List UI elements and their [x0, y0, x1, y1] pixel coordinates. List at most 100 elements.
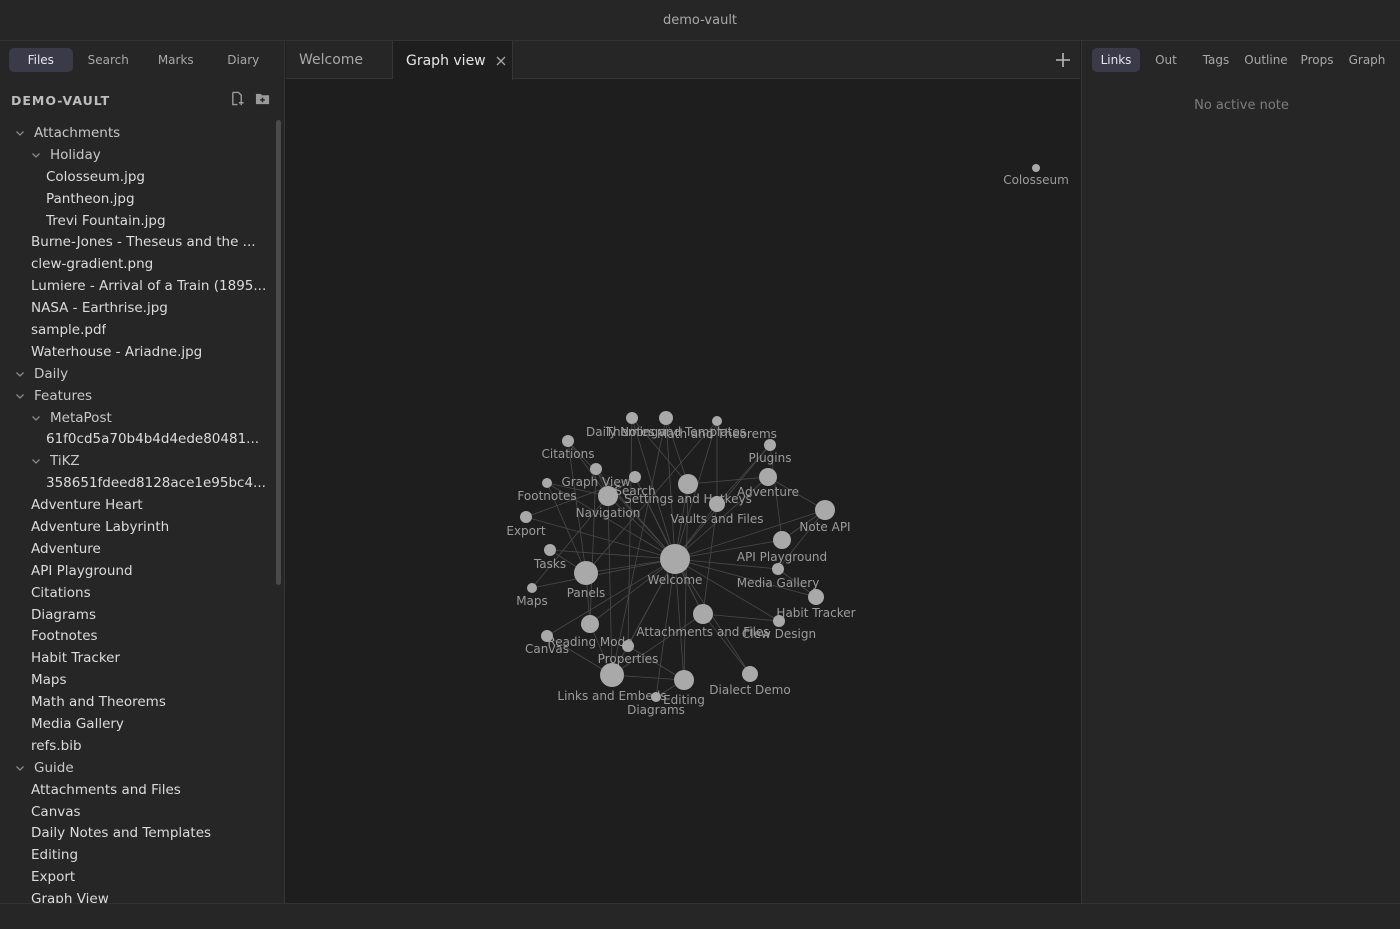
graph-node-dot[interactable] [772, 563, 784, 575]
tree-file[interactable]: Editing [0, 844, 284, 866]
new-note-icon[interactable] [230, 91, 245, 110]
tree-file[interactable]: Citations [0, 582, 284, 604]
tree-file[interactable]: Trevi Fountain.jpg [0, 210, 284, 232]
graph-node-habit[interactable]: Habit Tracker [776, 589, 856, 620]
graph-node-dot[interactable] [759, 468, 777, 486]
graph-node-dot[interactable] [651, 692, 661, 702]
tree-file[interactable]: Export [0, 866, 284, 888]
tab-tags[interactable]: Tags [1192, 48, 1240, 72]
new-folder-icon[interactable] [255, 91, 270, 110]
graph-node-export[interactable]: Export [506, 511, 546, 538]
tree-folder[interactable]: Guide [0, 757, 284, 779]
graph-node-dot[interactable] [541, 630, 553, 642]
file-tree-scrollbar[interactable] [276, 120, 281, 585]
tab-graph[interactable]: Graph [1342, 48, 1392, 72]
graph-node-links[interactable]: Links and Embeds [557, 663, 667, 703]
chevron-down-icon[interactable] [30, 149, 42, 161]
tree-file[interactable]: 61f0cd5a70b4b4d4ede80481... [0, 428, 284, 450]
tree-file[interactable]: Adventure Heart [0, 494, 284, 516]
tree-file[interactable]: Attachments and Files [0, 779, 284, 801]
graph-node-plugins[interactable]: Plugins [749, 439, 792, 465]
tree-file[interactable]: Canvas [0, 801, 284, 823]
graph-node-dot[interactable] [590, 463, 602, 475]
graph-node-dot[interactable] [815, 500, 835, 520]
tree-file[interactable]: Adventure Labyrinth [0, 516, 284, 538]
graph-node-dot[interactable] [712, 416, 722, 426]
graph-node-dot[interactable] [660, 544, 690, 574]
tab-search[interactable]: Search [77, 48, 141, 72]
graph-node-dot[interactable] [674, 670, 694, 690]
graph-node-dot[interactable] [764, 439, 776, 451]
graph-node-dot[interactable] [626, 412, 638, 424]
tree-file[interactable]: Math and Theorems [0, 691, 284, 713]
graph-node-dot[interactable] [581, 615, 599, 633]
tree-folder[interactable]: Holiday [0, 144, 284, 166]
chevron-down-icon[interactable] [30, 455, 42, 467]
graph-node-dot[interactable] [598, 486, 618, 506]
tree-file[interactable]: Maps [0, 669, 284, 691]
tree-file[interactable]: Waterhouse - Ariadne.jpg [0, 341, 284, 363]
tree-file[interactable]: refs.bib [0, 735, 284, 757]
graph-node-dot[interactable] [659, 411, 673, 425]
tree-file[interactable]: Media Gallery [0, 713, 284, 735]
tab-files[interactable]: Files [9, 47, 73, 72]
graph-node-dot[interactable] [574, 561, 598, 585]
new-tab-icon[interactable] [1054, 51, 1072, 69]
graph-node-dot[interactable] [600, 663, 624, 687]
graph-node-dot[interactable] [520, 511, 532, 523]
graph-node-dot[interactable] [709, 496, 725, 512]
tab-graph-view[interactable]: Graph view [393, 41, 513, 80]
graph-node-dot[interactable] [808, 589, 824, 605]
tree-file[interactable]: API Playground [0, 560, 284, 582]
tab-marks[interactable]: Marks [144, 48, 208, 72]
graph-node-dot[interactable] [544, 544, 556, 556]
graph-node-dot[interactable] [542, 478, 552, 488]
graph-canvas[interactable]: Welcome Colosseum Theming Daily Notes and T… [286, 79, 1080, 903]
graph-node-maps[interactable]: Maps [516, 583, 548, 608]
graph-node-dot[interactable] [629, 471, 641, 483]
chevron-down-icon[interactable] [14, 390, 26, 402]
graph-svg[interactable]: WelcomeColosseumThemingDaily Notes and T… [286, 79, 1080, 903]
tree-folder[interactable]: TiKZ [0, 450, 284, 472]
graph-node-panels[interactable]: Panels [567, 561, 606, 600]
tree-file[interactable]: Colosseum.jpg [0, 166, 284, 188]
graph-node-math[interactable]: Math and Theorems [657, 416, 777, 441]
tab-links[interactable]: Links [1092, 47, 1140, 72]
tree-file[interactable]: clew-gradient.png [0, 253, 284, 275]
tree-file[interactable]: Pantheon.jpg [0, 188, 284, 210]
tree-file[interactable]: Graph View [0, 888, 284, 903]
tree-folder[interactable]: Features [0, 385, 284, 407]
tab-diary[interactable]: Diary [212, 48, 276, 72]
graph-node-dot[interactable] [678, 474, 698, 494]
graph-node-dot[interactable] [527, 583, 537, 593]
chevron-down-icon[interactable] [14, 127, 26, 139]
chevron-down-icon[interactable] [30, 412, 42, 424]
tree-file[interactable]: Adventure [0, 538, 284, 560]
graph-node-dot[interactable] [622, 640, 634, 652]
graph-node-dot[interactable] [773, 615, 785, 627]
close-icon[interactable] [496, 56, 506, 66]
graph-node-welcome[interactable]: Welcome [648, 544, 703, 587]
tab-out[interactable]: Out [1140, 48, 1192, 72]
graph-node-dot[interactable] [773, 531, 791, 549]
tab-welcome[interactable]: Welcome [286, 41, 393, 79]
graph-node-dot[interactable] [562, 435, 574, 447]
tab-outline[interactable]: Outline [1240, 48, 1292, 72]
graph-node-tasks[interactable]: Tasks [533, 544, 566, 571]
tree-file[interactable]: NASA - Earthrise.jpg [0, 297, 284, 319]
graph-node-dot[interactable] [693, 604, 713, 624]
graph-node-noteapi[interactable]: Note API [799, 500, 851, 534]
tree-folder[interactable]: Daily [0, 363, 284, 385]
tree-file[interactable]: Lumiere - Arrival of a Train (1895... [0, 275, 284, 297]
graph-node-dialect[interactable]: Dialect Demo [709, 666, 791, 697]
tree-file[interactable]: Daily Notes and Templates [0, 823, 284, 845]
tree-file[interactable]: Habit Tracker [0, 647, 284, 669]
chevron-down-icon[interactable] [14, 368, 26, 380]
tree-folder[interactable]: Attachments [0, 122, 284, 144]
tree-file[interactable]: Burne-Jones - Theseus and the ... [0, 231, 284, 253]
graph-node-colosseum[interactable]: Colosseum [1003, 164, 1069, 187]
graph-node-apiplay[interactable]: API Playground [737, 531, 827, 564]
chevron-down-icon[interactable] [14, 762, 26, 774]
graph-node-canvas[interactable]: Canvas [525, 630, 569, 656]
graph-node-dot[interactable] [742, 666, 758, 682]
